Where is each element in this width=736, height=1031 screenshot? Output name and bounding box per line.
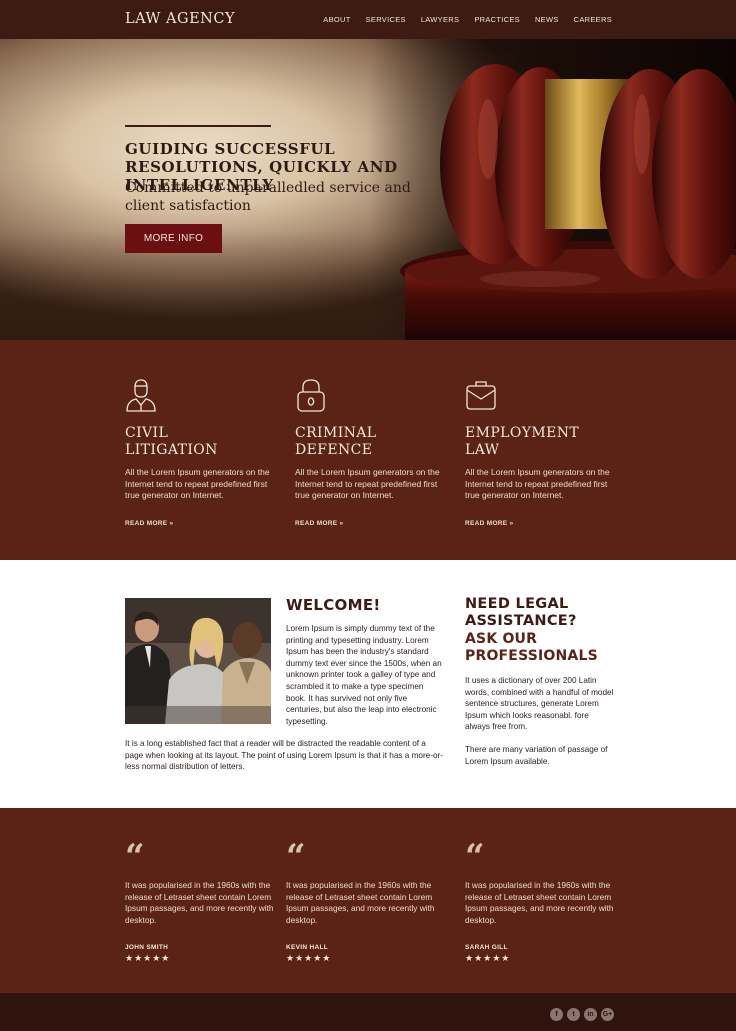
site-logo[interactable]: LAW AGENCY	[125, 11, 235, 27]
service-title-2: LAW	[465, 442, 500, 458]
service-criminal-defence: CRIMINAL DEFENCE All the Lorem Ipsum gene…	[295, 378, 445, 527]
service-text: All the Lorem Ipsum generators on the In…	[125, 467, 270, 500]
social-links: f t in G+	[550, 1008, 614, 1021]
service-title-1: EMPLOYMENT	[465, 425, 580, 441]
nav-practices[interactable]: PRACTICES	[474, 15, 520, 24]
more-info-button[interactable]: MORE INFO	[125, 224, 222, 253]
star-rating: ★★★★★	[286, 953, 332, 964]
assistance-title: NEED LEGAL ASSISTANCE?	[465, 596, 577, 629]
welcome-section: WELCOME! Lorem Ipsum is simply dummy tex…	[0, 560, 736, 808]
lawyer-person-icon	[126, 379, 156, 412]
facebook-icon[interactable]: f	[550, 1008, 563, 1021]
google-plus-icon[interactable]: G+	[601, 1008, 614, 1021]
testimonial-card: “ It was popularised in the 1960s with t…	[286, 837, 436, 964]
star-rating: ★★★★★	[465, 953, 511, 964]
testimonial-text: It was popularised in the 1960s with the…	[286, 880, 435, 925]
assistance-text-secondary: There are many variation of passage of L…	[465, 745, 608, 766]
welcome-text-secondary: It is a long established fact that a rea…	[125, 739, 443, 772]
testimonial-card: “ It was popularised in the 1960s with t…	[465, 837, 615, 964]
quote-mark-icon: “	[286, 837, 306, 877]
testimonial-text: It was popularised in the 1960s with the…	[465, 880, 614, 925]
assistance-text: It uses a dictionary of over 200 Latin w…	[465, 676, 614, 732]
testimonial-author: JOHN SMITH	[125, 944, 169, 952]
service-employment-law: EMPLOYMENT LAW All the Lorem Ipsum genera…	[465, 378, 615, 527]
hero-banner: GUIDING SUCCESSFUL RESOLUTIONS, QUICKLY …	[0, 39, 736, 340]
testimonials-section: “ It was popularised in the 1960s with t…	[0, 808, 736, 993]
services-section: CIVIL LITIGATION All the Lorem Ipsum gene…	[0, 340, 736, 560]
quote-mark-icon: “	[125, 837, 145, 877]
read-more-link[interactable]: READ MORE »	[295, 520, 445, 527]
service-title-2: LITIGATION	[125, 442, 218, 458]
service-civil-litigation: CIVIL LITIGATION All the Lorem Ipsum gene…	[125, 378, 275, 527]
nav-about[interactable]: ABOUT	[323, 15, 350, 24]
nav-services[interactable]: SERVICES	[366, 15, 406, 24]
nav-careers[interactable]: CAREERS	[574, 15, 612, 24]
testimonial-author: KEVIN HALL	[286, 944, 328, 952]
gavel-image	[400, 64, 736, 340]
twitter-icon[interactable]: t	[567, 1008, 580, 1021]
testimonial-card: “ It was popularised in the 1960s with t…	[125, 837, 275, 964]
nav-lawyers[interactable]: LAWYERS	[421, 15, 460, 24]
service-title-1: CIVIL	[125, 425, 169, 441]
padlock-icon	[297, 379, 325, 412]
read-more-link[interactable]: READ MORE »	[465, 520, 615, 527]
service-title-2: DEFENCE	[295, 442, 373, 458]
quote-mark-icon: “	[465, 837, 485, 877]
hero-subtitle: Committed to unparalledled service and c…	[125, 180, 411, 214]
footer: f t in G+	[0, 993, 736, 1031]
assistance-subtitle: ASK OUR PROFESSIONALS	[465, 631, 598, 664]
star-rating: ★★★★★	[125, 953, 171, 964]
main-nav: ABOUT SERVICES LAWYERS PRACTICES NEWS CA…	[323, 15, 612, 24]
service-text: All the Lorem Ipsum generators on the In…	[465, 467, 610, 500]
testimonial-author: SARAH GILL	[465, 944, 508, 952]
read-more-link[interactable]: READ MORE »	[125, 520, 275, 527]
hero-divider	[125, 125, 271, 127]
lawyers-photo	[125, 598, 271, 724]
briefcase-icon	[466, 381, 496, 410]
nav-news[interactable]: NEWS	[535, 15, 559, 24]
service-text: All the Lorem Ipsum generators on the In…	[295, 467, 440, 500]
linkedin-icon[interactable]: in	[584, 1008, 597, 1021]
testimonial-text: It was popularised in the 1960s with the…	[125, 880, 274, 925]
welcome-text: Lorem Ipsum is simply dummy text of the …	[286, 624, 442, 726]
welcome-title: WELCOME!	[286, 596, 381, 614]
top-navbar: LAW AGENCY ABOUT SERVICES LAWYERS PRACTI…	[0, 0, 736, 39]
service-title-1: CRIMINAL	[295, 425, 377, 441]
